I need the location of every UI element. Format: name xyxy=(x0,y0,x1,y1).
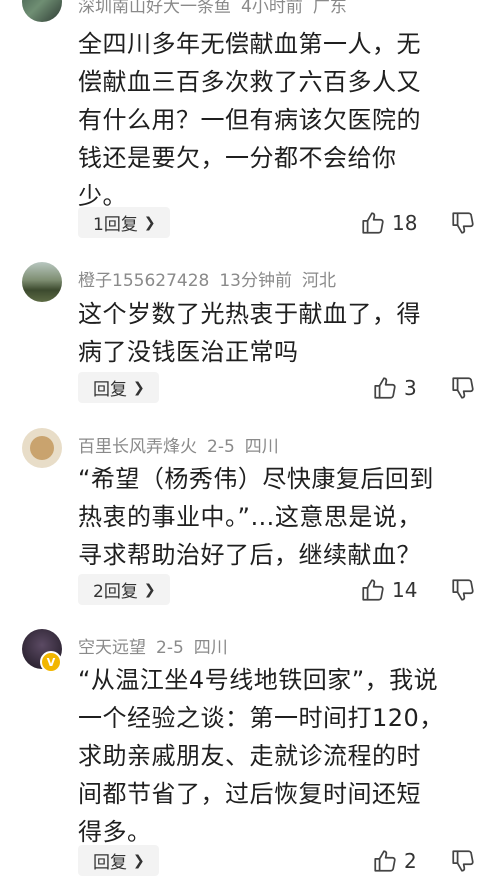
dislike-button[interactable] xyxy=(450,207,476,238)
comment-line: 全四川多年无偿献血第一人，无 xyxy=(78,30,421,58)
thumbs-up-icon xyxy=(374,376,396,399)
thumbs-up-icon xyxy=(362,578,384,601)
reply-label: 回复 xyxy=(93,853,127,873)
dislike-button[interactable] xyxy=(450,372,476,403)
comment-location: 广东 xyxy=(312,0,347,17)
comment-time: 2-5 xyxy=(207,437,235,457)
avatar[interactable] xyxy=(22,0,62,22)
comment-text: “希望（杨秀伟）尽快康复后回到 热衷的事业中。”…这意思是说， 寻求帮助治好了后… xyxy=(78,460,486,574)
reply-button[interactable]: 回复 ❯ xyxy=(78,372,159,403)
comment-text: 这个岁数了光热衷于献血了，得 病了没钱医治正常吗 xyxy=(78,295,486,371)
avatar[interactable] xyxy=(22,428,62,468)
like-count: 14 xyxy=(392,577,418,602)
comment-location: 四川 xyxy=(193,638,228,658)
comment-text: 全四川多年无偿献血第一人，无 偿献血三百多次救了六百多人又 有什么用？一但有病该… xyxy=(78,25,486,215)
comment-time: 4小时前 xyxy=(241,0,303,17)
comment-line: 热衷的事业中。”…这意思是说， xyxy=(78,503,422,531)
chevron-right-icon: ❯ xyxy=(133,379,145,396)
comment-line: 这个岁数了光热衷于献血了，得 xyxy=(78,300,421,328)
comment-line: 寻求帮助治好了后，继续献血？ xyxy=(78,541,421,569)
like-button[interactable]: 2 xyxy=(372,845,417,876)
comment-meta: 百里长风弄烽火 2-5 四川 xyxy=(78,432,289,457)
comment-time: 13分钟前 xyxy=(219,271,292,291)
username[interactable]: 深圳南山好大一条鱼 xyxy=(78,0,231,17)
comment-line: 病了没钱医治正常吗 xyxy=(78,338,299,366)
comment-meta: 橙子155627428 13分钟前 河北 xyxy=(78,266,346,291)
comment-text: “从温江坐4号线地铁回家”，我说 一个经验之谈：第一时间打120， 求助亲戚朋友… xyxy=(78,661,486,851)
comment-line: 一个经验之谈：第一时间打120， xyxy=(78,704,444,732)
reply-button[interactable]: 回复 ❯ xyxy=(78,845,159,876)
chevron-right-icon: ❯ xyxy=(143,214,156,231)
comment-meta: 深圳南山好大一条鱼 4小时前 广东 xyxy=(78,0,357,17)
reply-button[interactable]: 2回复 ❯ xyxy=(78,574,170,605)
thumbs-up-icon xyxy=(374,849,396,872)
comment-line: 偿献血三百多次救了六百多人又 xyxy=(78,68,421,96)
reply-button[interactable]: 1回复 ❯ xyxy=(78,207,170,238)
reply-label: 回复 xyxy=(93,380,127,400)
chevron-right-icon: ❯ xyxy=(133,852,145,869)
comment-meta: 空天远望 2-5 四川 xyxy=(78,633,238,658)
comment-location: 河北 xyxy=(301,271,336,291)
verified-badge-icon: V xyxy=(40,651,62,673)
username[interactable]: 橙子155627428 xyxy=(78,271,209,291)
like-count: 3 xyxy=(404,375,417,400)
comment-line: 间都节省了，过后恢复时间还短 xyxy=(78,780,421,808)
comment-location: 四川 xyxy=(244,437,279,457)
thumbs-down-icon xyxy=(452,849,474,872)
like-button[interactable]: 3 xyxy=(372,372,417,403)
comment-line: 有什么用？一但有病该欠医院的 xyxy=(78,106,421,134)
avatar-face xyxy=(30,436,54,460)
thumbs-down-icon xyxy=(452,211,474,234)
dislike-button[interactable] xyxy=(450,845,476,876)
comment-line: 钱还是要欠，一分都不会给你 xyxy=(78,144,397,172)
reply-label: 2回复 xyxy=(93,582,138,602)
comment-line: “希望（杨秀伟）尽快康复后回到 xyxy=(78,465,434,493)
thumbs-down-icon xyxy=(452,376,474,399)
thumbs-up-icon xyxy=(362,211,384,234)
thumbs-down-icon xyxy=(452,578,474,601)
dislike-button[interactable] xyxy=(450,574,476,605)
comment-line: 求助亲戚朋友、走就诊流程的时 xyxy=(78,742,421,770)
reply-label: 1回复 xyxy=(93,215,138,235)
username[interactable]: 空天远望 xyxy=(78,638,146,658)
like-button[interactable]: 18 xyxy=(360,207,417,238)
like-count: 18 xyxy=(392,210,418,235)
comment-line: “从温江坐4号线地铁回家”，我说 xyxy=(78,666,439,694)
username[interactable]: 百里长风弄烽火 xyxy=(78,437,197,457)
comment-time: 2-5 xyxy=(156,638,184,658)
chevron-right-icon: ❯ xyxy=(143,581,156,598)
avatar[interactable] xyxy=(22,262,62,302)
like-button[interactable]: 14 xyxy=(360,574,417,605)
